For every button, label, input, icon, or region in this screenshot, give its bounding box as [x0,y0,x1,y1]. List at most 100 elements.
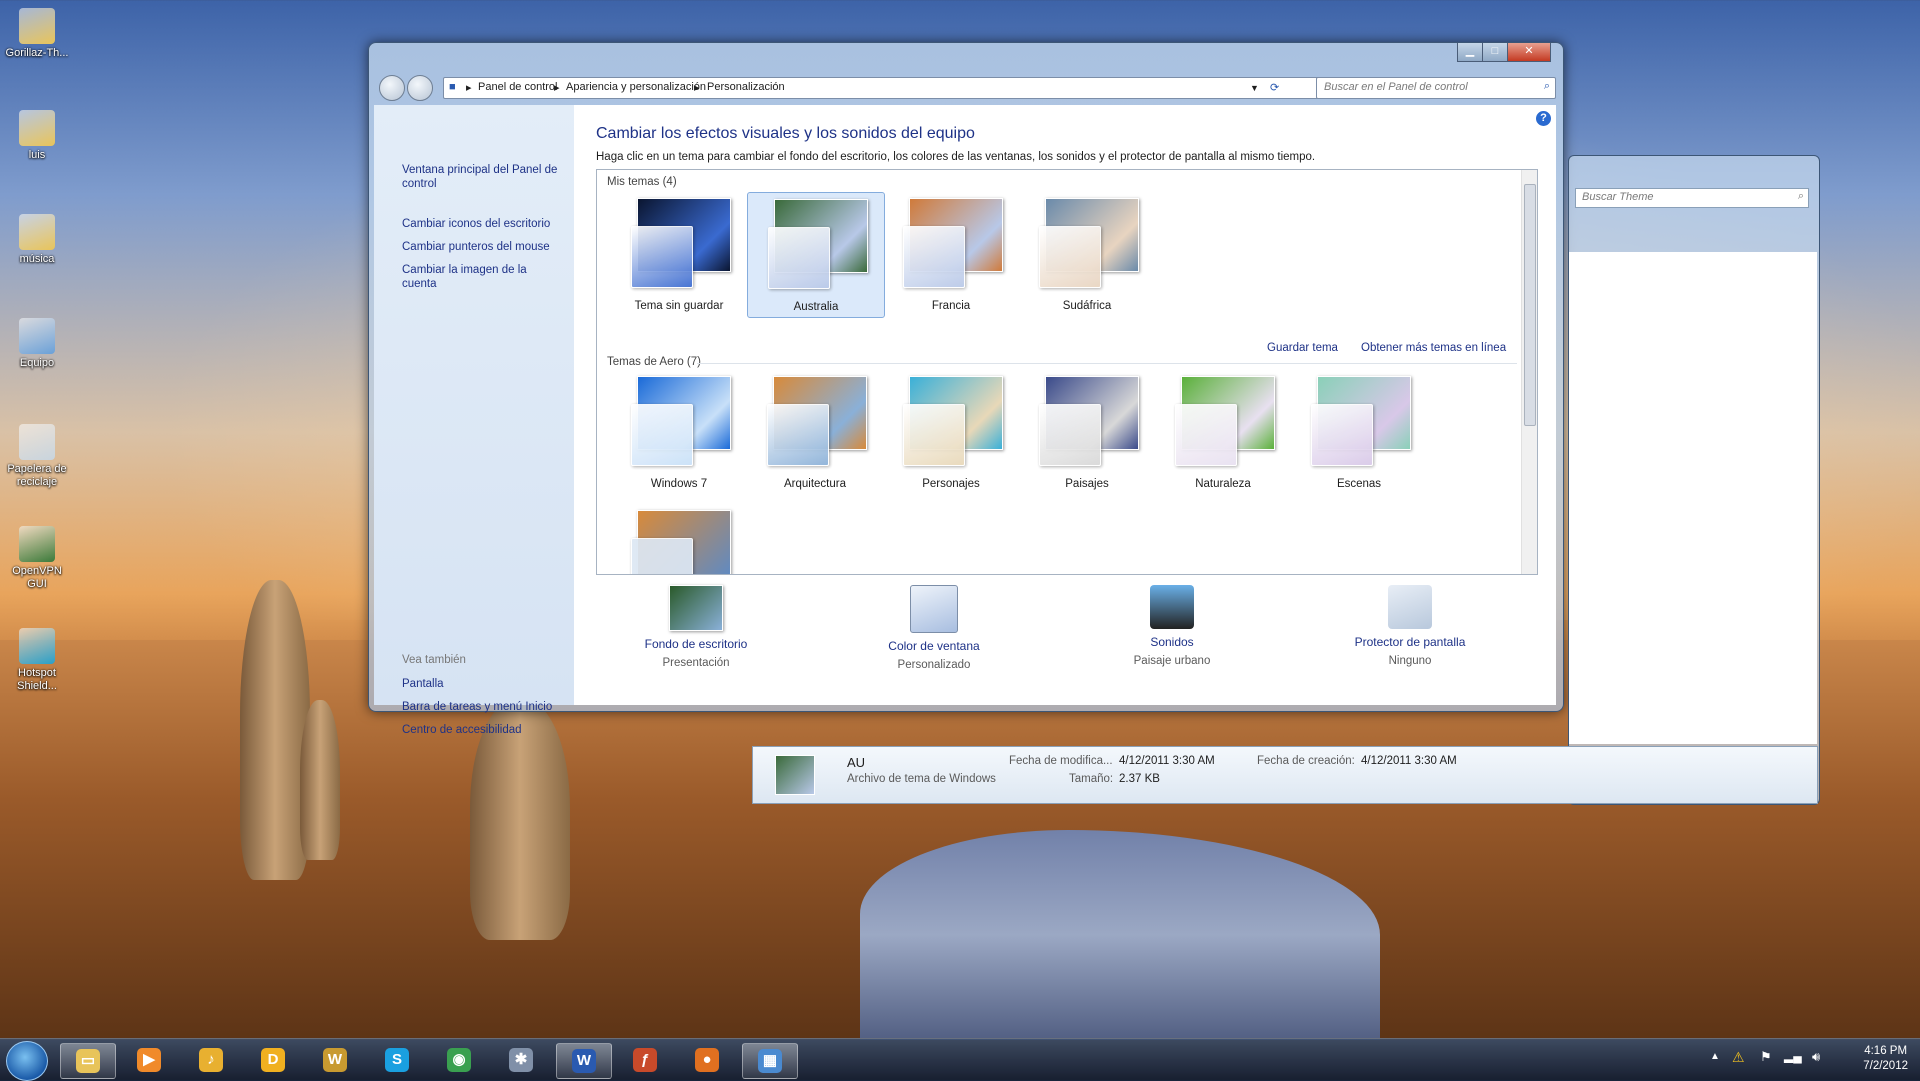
search-icon[interactable]: ⌕ [1544,80,1550,93]
forward-button[interactable] [407,75,433,101]
search-icon[interactable]: ⌕ [1798,190,1804,203]
volume-icon[interactable]: 🔊︎ [1812,1049,1820,1065]
breadcrumb-sep: ▸ [694,82,700,94]
taskbar-app-explorer[interactable]: ▭ [60,1043,116,1079]
address-bar[interactable]: ■ ▸ Panel de control ▸ Apariencia y pers… [443,77,1319,99]
maximize-button[interactable]: □ [1482,43,1508,62]
theme-item[interactable]: Naturaleza [1155,370,1291,494]
content-pane: ? Cambiar los efectos visuales y los son… [574,105,1556,705]
settings-item-title[interactable]: Sonidos [1092,635,1252,649]
taskbar-app-skype[interactable]: S [370,1043,424,1077]
theme-color-swatch [903,404,965,466]
theme-item[interactable]: Windows 7 [611,370,747,494]
desktop-icon[interactable]: OpenVPN GUI [4,526,70,591]
taskbar-app-music[interactable]: ♪ [184,1043,238,1077]
settings-item-title[interactable]: Fondo de escritorio [616,637,776,651]
clock[interactable]: 4:16 PM 7/2/2012 [1863,1044,1908,1074]
breadcrumb-item[interactable]: Panel de control [478,81,558,93]
taskbar-app-chrome[interactable]: ◉ [432,1043,486,1077]
taskbar-app-flash[interactable]: ƒ [618,1043,672,1077]
network-signal-icon[interactable]: ▂▄ [1784,1049,1802,1063]
explorer-details-pane: AU Archivo de tema de Windows Fecha de m… [752,746,1818,804]
scrollbar-thumb[interactable] [1524,184,1536,426]
sidebar-link-desktop-icons[interactable]: Cambiar iconos del escritorio [402,217,550,231]
size-value: 2.37 KB [1119,773,1160,785]
explorer-search-input[interactable]: Buscar Theme ⌕ [1575,188,1809,208]
theme-color-swatch [631,538,693,574]
desktop-icon[interactable]: Equipo [4,318,70,370]
theme-label: Sudáfrica [1062,300,1112,312]
desktop-icon[interactable]: Gorillaz-Th... [4,8,70,60]
settings-item[interactable]: Fondo de escritorio Presentación [616,585,776,669]
theme-label: Windows 7 [650,478,708,490]
more-themes-link[interactable]: Obtener más temas en línea [1361,342,1506,354]
start-button[interactable] [6,1041,48,1081]
settings-item-title[interactable]: Color de ventana [854,639,1014,653]
theme-color-swatch [631,226,693,288]
settings-item-value: Personalizado [897,659,971,671]
sidebar-link-control-panel-home[interactable]: Ventana principal del Panel de control [402,163,567,191]
back-button[interactable] [379,75,405,101]
flag-icon[interactable]: ⚑ [1760,1049,1772,1065]
warning-icon[interactable]: ⚠ [1732,1049,1745,1066]
help-icon[interactable]: ? [1536,111,1551,126]
desktop-icon-label: Hotspot Shield... [17,667,57,692]
breadcrumb-item[interactable]: Apariencia y personalización [566,81,706,93]
explorer-window: Buscar Theme ⌕ [1568,155,1820,805]
theme-item[interactable]: Paisajes [1019,370,1155,494]
settings-item[interactable]: Color de ventana Personalizado [854,585,1014,671]
theme-color-swatch [1311,404,1373,466]
minimize-button[interactable]: ▁ [1457,43,1483,62]
taskbar-app-tool[interactable]: ✱ [494,1043,548,1077]
settings-item[interactable]: Sonidos Paisaje urbano [1092,585,1252,667]
theme-item[interactable]: Escenas [1291,370,1427,494]
desktop-icon-label: música [19,253,55,265]
theme-label: Paisajes [1065,478,1109,490]
chevron-down-icon[interactable]: ▼ [1250,83,1259,93]
see-also-taskbar[interactable]: Barra de tareas y menú Inicio [402,700,552,714]
gallery-scrollbar[interactable] [1521,170,1537,574]
sidebar-link-mouse-pointers[interactable]: Cambiar punteros del mouse [402,240,550,254]
theme-item[interactable]: Australia [747,192,885,318]
refresh-icon[interactable]: ⟳ [1270,81,1279,94]
d-app-icon: D [261,1048,285,1072]
taskbar-app-firefox[interactable]: ● [680,1043,734,1077]
desktop-icon[interactable]: Hotspot Shield... [4,628,70,693]
search-input[interactable]: Buscar en el Panel de control ⌕ [1316,77,1556,99]
taskbar-app-d-app[interactable]: D [246,1043,300,1077]
taskbar-app-word[interactable]: W [556,1043,612,1079]
screensaver-icon [1388,585,1432,629]
theme-item[interactable]: Personajes [883,370,1019,494]
desktop-icon[interactable]: luis [4,110,70,162]
theme-item[interactable]: Tema sin guardar [611,192,747,316]
taskbar-app-control-panel[interactable]: ▦ [742,1043,798,1079]
settings-item-title[interactable]: Protector de pantalla [1330,635,1490,649]
see-also-display[interactable]: Pantalla [402,677,444,691]
theme-item-partial[interactable] [611,504,747,574]
theme-label: Naturaleza [1195,478,1251,490]
media-player-icon: ▶ [137,1048,161,1072]
theme-item[interactable]: Francia [883,192,1019,316]
sidebar-link-account-picture[interactable]: Cambiar la imagen de la cuenta [402,263,542,291]
settings-item[interactable]: Protector de pantalla Ninguno [1330,585,1490,667]
chrome-icon: ◉ [447,1048,471,1072]
close-button[interactable]: ✕ [1507,43,1551,62]
desktop-icon[interactable]: música [4,214,70,266]
theme-item[interactable]: Sudáfrica [1019,192,1155,316]
theme-item[interactable]: Arquitectura [747,370,883,494]
file-thumbnail-icon [775,755,815,795]
computer-icon [19,318,55,354]
see-also-accessibility[interactable]: Centro de accesibilidad [402,723,522,737]
music-folder-icon [19,214,55,250]
clock-date: 7/2/2012 [1863,1060,1908,1072]
theme-color-swatch [767,404,829,466]
settings-item-value: Paisaje urbano [1133,655,1211,667]
taskbar-app-media-player[interactable]: ▶ [122,1043,176,1077]
desktop-icon[interactable]: Papelera de reciclaje [4,424,70,489]
breadcrumb-item[interactable]: Personalización [707,81,785,93]
wow-icon: W [323,1048,347,1072]
group-divider [697,363,1517,364]
save-theme-link[interactable]: Guardar tema [1267,342,1338,354]
taskbar-app-wow[interactable]: W [308,1043,362,1077]
tray-chevron-icon[interactable]: ▲ [1710,1051,1720,1062]
